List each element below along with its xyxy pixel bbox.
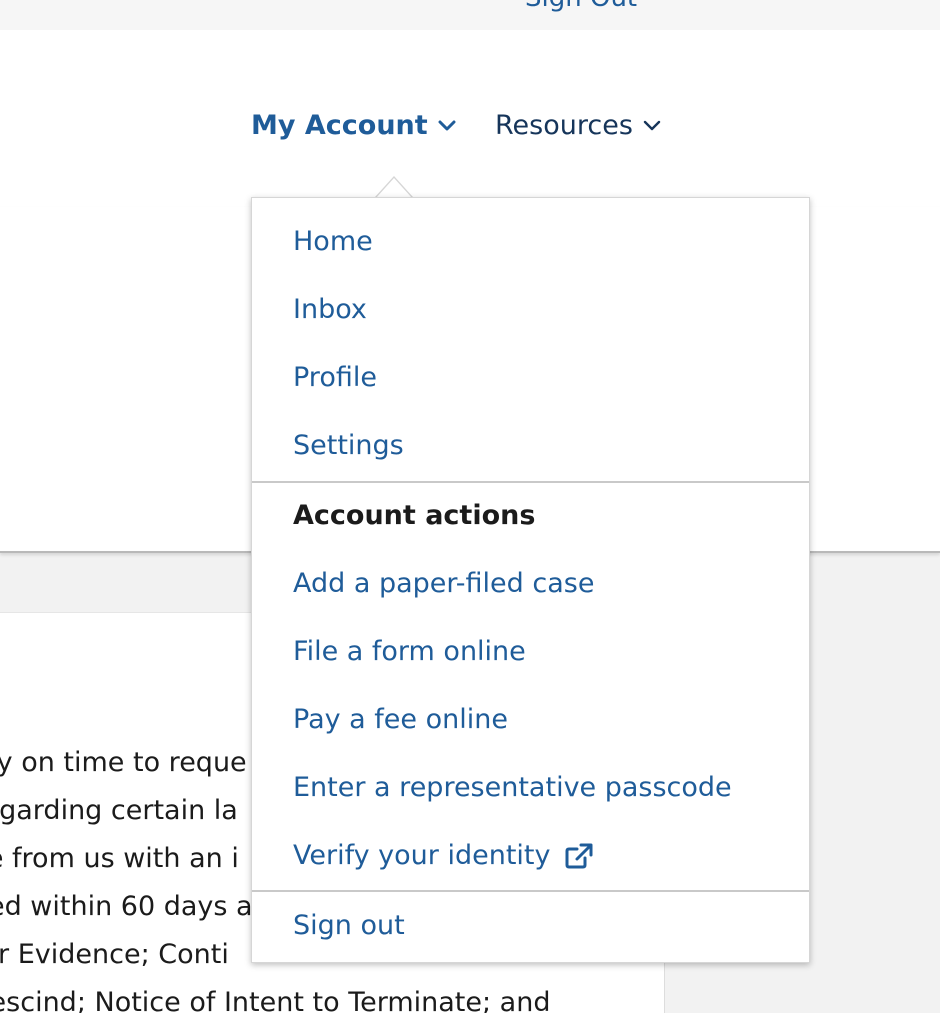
verify-identity-label: Verify your identity <box>293 840 551 871</box>
my-account-dropdown: Home Inbox Profile Settings Account acti… <box>251 197 810 963</box>
nav-resources[interactable]: Resources <box>495 110 661 141</box>
menu-item-sign-out[interactable]: Sign out <box>293 910 405 941</box>
nav-my-account-label: My Account <box>251 110 428 141</box>
chevron-down-icon <box>438 120 456 130</box>
menu-item-enter-representative-passcode[interactable]: Enter a representative passcode <box>293 772 732 803</box>
utility-sign-out-link[interactable]: Sign Out <box>525 0 637 13</box>
content-line: Rescind; Notice of Intent to Terminate; … <box>0 987 551 1013</box>
menu-item-verify-identity[interactable]: Verify your identity <box>293 840 593 871</box>
menu-item-home[interactable]: Home <box>293 226 373 257</box>
menu-item-profile[interactable]: Profile <box>293 362 377 393</box>
chevron-down-icon <box>643 120 661 130</box>
nav-resources-label: Resources <box>495 110 633 141</box>
menu-divider <box>252 890 809 892</box>
site-header: My Account Resources <box>0 30 940 208</box>
utility-bar: Sign Out <box>0 0 940 30</box>
menu-item-inbox[interactable]: Inbox <box>293 294 367 325</box>
external-link-icon <box>565 843 592 868</box>
account-actions-heading: Account actions <box>293 500 536 531</box>
nav-my-account[interactable]: My Account <box>251 110 456 141</box>
menu-divider <box>252 481 809 483</box>
menu-item-file-form-online[interactable]: File a form online <box>293 636 526 667</box>
menu-item-settings[interactable]: Settings <box>293 430 404 461</box>
menu-item-add-paper-filed-case[interactable]: Add a paper-filed case <box>293 568 594 599</box>
menu-item-pay-fee-online[interactable]: Pay a fee online <box>293 704 508 735</box>
